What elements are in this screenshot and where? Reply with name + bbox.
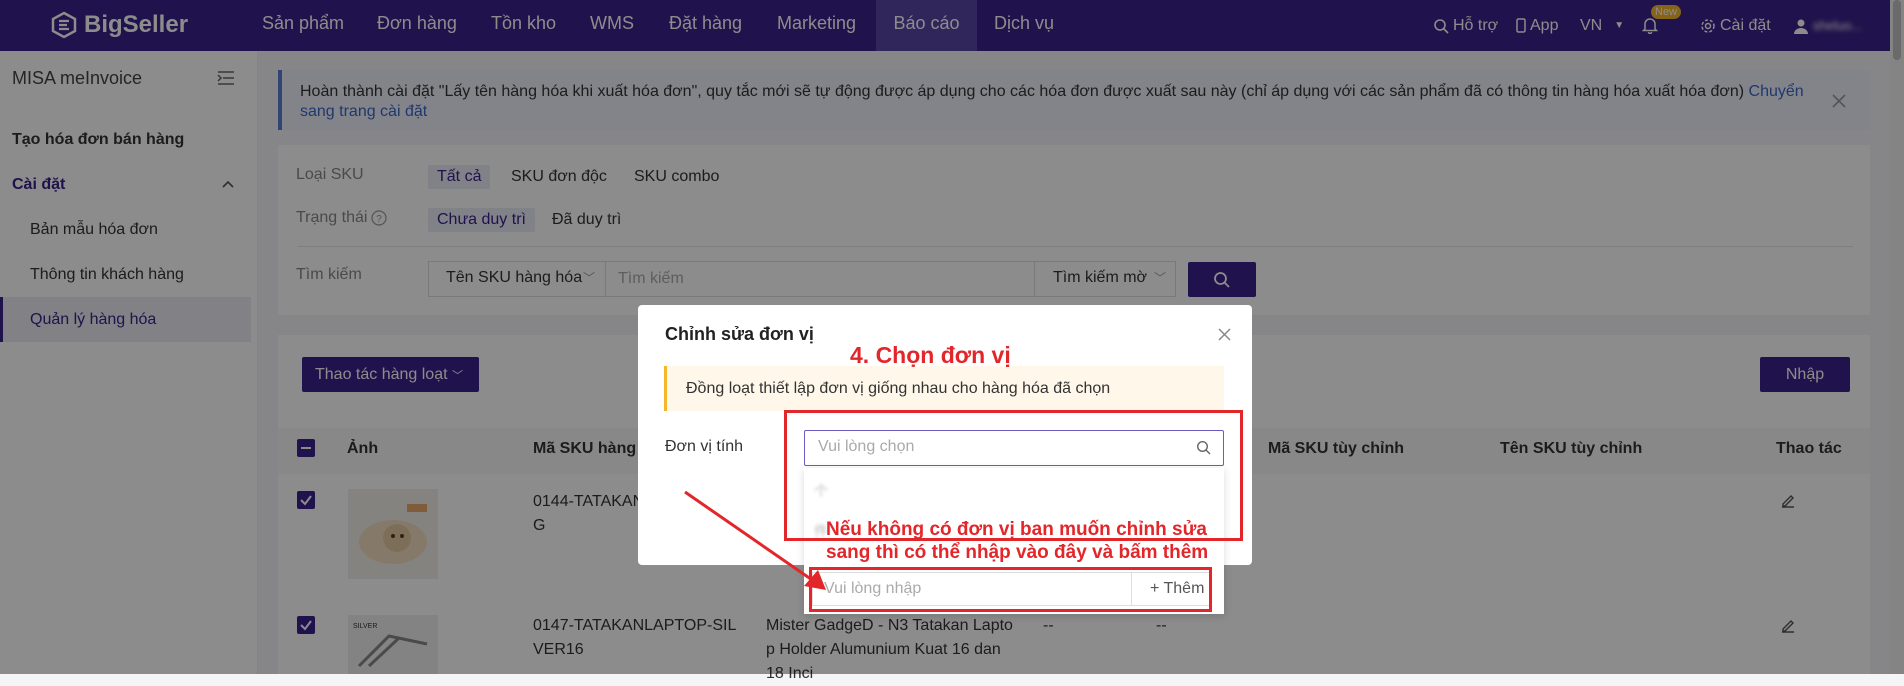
step-annotation: 4. Chọn đơn vị <box>850 342 1011 368</box>
annotation-arrow-icon <box>684 490 826 590</box>
dialog-title: Chỉnh sửa đơn vị <box>665 324 814 344</box>
unit-field-label: Đơn vị tính <box>665 438 744 455</box>
close-icon[interactable] <box>1218 328 1231 341</box>
hint-line: sang thì có thể nhập vào đây và bấm thêm <box>826 542 1209 563</box>
dialog-alert-text: Đồng loạt thiết lập đơn vị giống nhau ch… <box>686 380 1111 397</box>
hint-annotation: Nếu không có đơn vị ban muốn chỉnh sửa s… <box>826 518 1208 564</box>
input-highlight-box <box>809 567 1212 612</box>
hint-line: Nếu không có đơn vị ban muốn chỉnh sửa <box>826 519 1207 540</box>
